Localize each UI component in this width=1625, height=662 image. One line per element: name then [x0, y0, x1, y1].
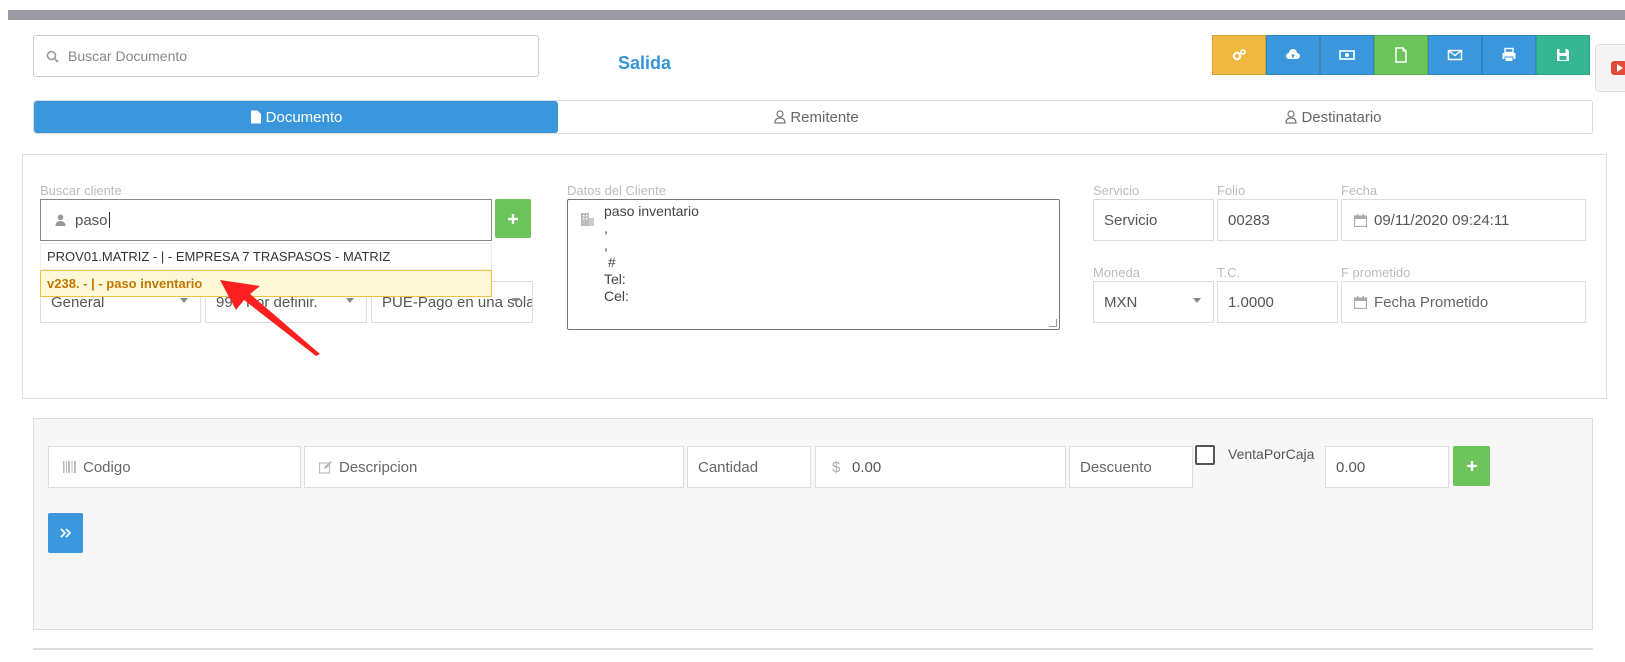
tab-remitente-label: Remitente	[790, 108, 859, 126]
servicio-value: Servicio	[1104, 211, 1158, 229]
servicio-label: Servicio	[1093, 183, 1140, 198]
divider	[33, 648, 1593, 650]
client-data-line: ,	[604, 237, 608, 253]
codigo-placeholder: Codigo	[83, 458, 131, 476]
add-item-button[interactable]	[1453, 446, 1490, 486]
toolbar	[1212, 35, 1590, 75]
moneda-label: Moneda	[1093, 265, 1140, 280]
file-icon	[1395, 47, 1407, 63]
top-bar	[8, 10, 1625, 20]
servicio-field[interactable]: Servicio	[1093, 199, 1214, 241]
folio-label: Folio	[1217, 183, 1246, 198]
plus-icon	[508, 213, 518, 224]
client-data-line: Cel:	[604, 288, 629, 304]
email-button[interactable]	[1428, 35, 1482, 75]
folio-field[interactable]: 00283	[1217, 199, 1338, 241]
tc-field[interactable]: 1.0000	[1217, 281, 1338, 323]
double-chevron-right-icon	[59, 528, 71, 538]
descripcion-input[interactable]: Descripcion	[304, 446, 684, 488]
total-value: 0.00	[1336, 458, 1366, 476]
tc-label: T.C.	[1217, 265, 1241, 280]
file-icon	[250, 110, 261, 124]
client-data-line: ,	[604, 220, 608, 236]
user-icon	[55, 214, 75, 226]
dollar-icon: $	[832, 458, 841, 476]
upload-button[interactable]	[1266, 35, 1320, 75]
video-help-tab[interactable]	[1595, 44, 1625, 92]
cash-button[interactable]	[1320, 35, 1374, 75]
fecha-field[interactable]: 09/11/2020 09:24:11	[1341, 199, 1586, 241]
folio-value: 00283	[1228, 211, 1270, 229]
fprom-label: F prometido	[1341, 265, 1411, 280]
venta-por-caja-checkbox[interactable]	[1195, 445, 1215, 465]
client-data-label: Datos del Cliente	[567, 183, 666, 198]
autocomplete-item[interactable]: PROV01.MATRIZ - | - EMPRESA 7 TRASPASOS …	[40, 243, 492, 270]
descuento-placeholder: Descuento	[1080, 458, 1152, 476]
total-input[interactable]: 0.00	[1325, 446, 1449, 488]
fecha-prometido-placeholder: Fecha Prometido	[1374, 293, 1489, 311]
venta-por-caja-label: VentaPorCaja	[1228, 446, 1315, 462]
plus-icon	[1466, 461, 1477, 471]
fecha-prometido-field[interactable]: Fecha Prometido	[1341, 281, 1586, 323]
moneda-select[interactable]: MXN	[1093, 281, 1214, 323]
codigo-input[interactable]: Codigo	[48, 446, 301, 488]
print-icon	[1502, 47, 1516, 62]
cantidad-placeholder: Cantidad	[698, 458, 759, 476]
add-client-button[interactable]	[495, 199, 531, 238]
user-icon	[774, 110, 786, 124]
user-icon	[1285, 110, 1298, 124]
client-search-label: Buscar cliente	[40, 183, 122, 198]
precio-value: 0.00	[852, 458, 882, 476]
youtube-icon	[1611, 61, 1625, 75]
expand-button[interactable]	[48, 513, 83, 553]
caret-down-icon	[512, 298, 520, 303]
print-button[interactable]	[1482, 35, 1536, 75]
calendar-icon	[1354, 295, 1374, 309]
client-search-input[interactable]: paso	[40, 199, 492, 241]
document-tabs: Documento Remitente Destinatario	[33, 100, 1593, 134]
descuento-input[interactable]: Descuento	[1069, 446, 1193, 488]
client-data-line: paso inventario	[604, 203, 699, 219]
envelope-icon	[1447, 49, 1463, 61]
tab-remitente[interactable]: Remitente	[558, 101, 1075, 133]
annotation-arrow	[220, 280, 320, 356]
save-button[interactable]	[1536, 35, 1590, 75]
new-document-button[interactable]	[1374, 35, 1428, 75]
tab-documento-label: Documento	[265, 108, 343, 126]
search-document-input[interactable]: Buscar Documento	[33, 35, 539, 77]
client-data-line: #	[604, 254, 616, 270]
barcode-icon	[63, 461, 83, 473]
client-data-textarea[interactable]: paso inventario , , # Tel: Cel:	[567, 199, 1060, 330]
tab-destinatario-label: Destinatario	[1301, 108, 1382, 126]
precio-input[interactable]: $ 0.00	[815, 446, 1066, 488]
money-icon	[1339, 50, 1355, 60]
search-document-placeholder: Buscar Documento	[68, 48, 188, 64]
client-data-line: Tel:	[604, 271, 626, 287]
resize-handle[interactable]	[1049, 319, 1057, 327]
search-icon	[46, 48, 68, 64]
caret-down-icon	[180, 298, 188, 303]
gears-icon	[1232, 49, 1246, 61]
moneda-value: MXN	[1104, 293, 1138, 311]
cantidad-input[interactable]: Cantidad	[687, 446, 811, 488]
settings-button[interactable]	[1212, 35, 1266, 75]
tab-destinatario[interactable]: Destinatario	[1075, 101, 1592, 133]
page-title: Salida	[618, 53, 672, 73]
calendar-icon	[1354, 213, 1374, 227]
client-search-value: paso	[75, 211, 108, 229]
text-cursor	[108, 212, 110, 228]
building-icon	[581, 213, 594, 226]
tc-value: 1.0000	[1228, 293, 1274, 311]
edit-icon	[319, 460, 339, 474]
save-icon	[1557, 49, 1569, 61]
fecha-label: Fecha	[1341, 183, 1378, 198]
caret-down-icon	[346, 298, 354, 303]
cloud-upload-icon	[1286, 49, 1300, 59]
tab-documento[interactable]: Documento	[34, 101, 558, 133]
caret-down-icon	[1193, 298, 1201, 303]
fecha-value: 09/11/2020 09:24:11	[1374, 211, 1510, 229]
descripcion-placeholder: Descripcion	[339, 458, 418, 476]
